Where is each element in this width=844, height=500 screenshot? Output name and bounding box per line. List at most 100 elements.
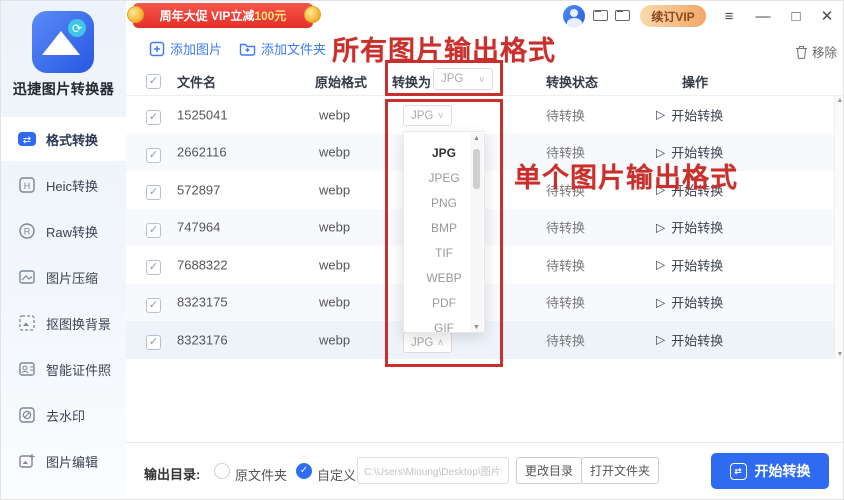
coin-icon (127, 6, 144, 23)
remove-label: 移除 (812, 42, 837, 61)
cell-original-format: webp (319, 332, 350, 347)
play-icon: ▷ (656, 108, 665, 122)
cell-filename: 7688322 (177, 257, 228, 272)
sidebar: ⟳ 迅捷图片转换器 ⇄ 格式转换 H Heic转换 R Raw转换 图 (1, 1, 126, 500)
sidebar-item-image-edit[interactable]: 图片编辑 (1, 439, 126, 483)
app-logo: ⟳ (32, 11, 94, 73)
cell-filename: 572897 (177, 182, 220, 197)
output-path-input[interactable] (357, 457, 509, 484)
sidebar-item-label: 智能证件照 (46, 360, 111, 379)
scroll-up-icon[interactable]: ▲ (835, 97, 844, 104)
add-image-icon (149, 41, 165, 57)
annotation-box-row-format (385, 99, 503, 367)
change-dir-button[interactable]: 更改目录 (516, 457, 582, 484)
output-dir-label: 输出目录: (144, 464, 200, 483)
original-folder-radio[interactable] (214, 463, 230, 479)
cell-filename: 8323175 (177, 295, 228, 310)
cell-original-format: webp (319, 295, 350, 310)
start-convert-row-button[interactable]: ▷开始转换 (656, 330, 723, 349)
table-scrollbar[interactable]: ▲ ▼ (834, 96, 844, 359)
sidebar-item-label: 格式转换 (46, 130, 98, 149)
start-convert-row-button[interactable]: ▷开始转换 (656, 105, 723, 124)
cell-filename: 2662116 (177, 145, 227, 160)
renew-vip-button[interactable]: 续订VIP (640, 5, 706, 27)
row-checkbox[interactable]: ✓ (146, 223, 161, 238)
cell-status: 待转换 (546, 255, 585, 274)
add-image-button[interactable]: 添加图片 (149, 39, 222, 58)
raw-icon: R (17, 221, 37, 241)
user-avatar[interactable] (563, 5, 585, 27)
mini-window-icon[interactable] (615, 10, 630, 21)
original-folder-label: 原文件夹 (235, 465, 287, 484)
cell-original-format: webp (319, 145, 350, 160)
play-icon: ▷ (656, 258, 665, 272)
svg-text:H: H (24, 181, 31, 191)
custom-folder-label: 自定义 (317, 465, 356, 484)
svg-text:⟳: ⟳ (72, 22, 82, 36)
start-convert-row-button[interactable]: ▷开始转换 (656, 293, 723, 312)
cell-original-format: webp (319, 182, 350, 197)
row-checkbox[interactable]: ✓ (146, 335, 161, 350)
start-convert-button[interactable]: ⇄ 开始转换 (711, 453, 829, 489)
menu-icon[interactable]: ≡ (717, 4, 741, 28)
add-folder-label: 添加文件夹 (261, 39, 326, 58)
promo-text: 周年大促 VIP立减 (160, 7, 255, 24)
app-title: 迅捷图片转换器 (1, 79, 126, 99)
play-icon: ▷ (656, 220, 665, 234)
row-checkbox[interactable]: ✓ (146, 148, 161, 163)
close-icon[interactable]: ✕ (815, 4, 839, 28)
play-icon: ▷ (656, 333, 665, 347)
cell-status: 待转换 (546, 218, 585, 237)
sidebar-item-id-photo[interactable]: 智能证件照 (1, 347, 126, 391)
promo-banner[interactable]: 周年大促 VIP立减100元 (133, 3, 313, 28)
sidebar-item-remove-watermark[interactable]: 去水印 (1, 393, 126, 437)
remove-button[interactable]: 移除 (795, 42, 837, 61)
open-folder-button[interactable]: 打开文件夹 (581, 457, 659, 484)
annotation-single-image-format: 单个图片输出格式 (514, 156, 738, 195)
custom-folder-radio[interactable]: ✓ (296, 463, 312, 479)
logo-mountain-icon: ⟳ (32, 11, 94, 73)
scroll-down-icon[interactable]: ▼ (835, 351, 844, 358)
sidebar-item-label: Raw转换 (46, 222, 98, 241)
mini-window-icon[interactable] (593, 10, 608, 21)
heic-icon: H (17, 175, 37, 195)
add-image-label: 添加图片 (170, 39, 222, 58)
cell-filename: 747964 (177, 220, 220, 235)
add-folder-button[interactable]: 添加文件夹 (239, 39, 326, 58)
sidebar-item-label: 去水印 (46, 406, 85, 425)
trash-icon (795, 45, 808, 59)
start-convert-row-button[interactable]: ▷开始转换 (656, 255, 723, 274)
cell-filename: 8323176 (177, 332, 228, 347)
sidebar-item-format-convert[interactable]: ⇄ 格式转换 (1, 117, 126, 161)
row-checkbox[interactable]: ✓ (146, 260, 161, 275)
cell-original-format: webp (319, 220, 350, 235)
cell-status: 待转换 (546, 330, 585, 349)
cell-filename: 1525041 (177, 107, 228, 122)
maximize-icon[interactable]: □ (784, 4, 808, 28)
sidebar-item-heic-convert[interactable]: H Heic转换 (1, 163, 126, 207)
remove-watermark-icon (17, 405, 37, 425)
format-convert-icon: ⇄ (17, 129, 37, 149)
sidebar-item-label: 图片编辑 (46, 452, 98, 471)
sidebar-item-raw-convert[interactable]: R Raw转换 (1, 209, 126, 253)
id-photo-icon (17, 359, 37, 379)
row-checkbox[interactable]: ✓ (146, 185, 161, 200)
cell-status: 待转换 (546, 293, 585, 312)
select-all-checkbox[interactable]: ✓ (146, 74, 161, 89)
minimize-icon[interactable]: — (751, 4, 775, 28)
start-convert-row-button[interactable]: ▷开始转换 (656, 218, 723, 237)
row-checkbox[interactable]: ✓ (146, 298, 161, 313)
row-checkbox[interactable]: ✓ (146, 110, 161, 125)
cell-original-format: webp (319, 257, 350, 272)
annotation-all-images-format: 所有图片输出格式 (332, 29, 556, 68)
sidebar-item-cutout-background[interactable]: 抠图换背景 (1, 301, 126, 345)
svg-text:R: R (24, 227, 31, 237)
column-header-status: 转换状态 (546, 72, 598, 91)
column-header-filename: 文件名 (177, 72, 216, 91)
sidebar-item-label: Heic转换 (46, 176, 98, 195)
cell-status: 待转换 (546, 105, 585, 124)
image-edit-icon (17, 451, 37, 471)
sidebar-item-image-compress[interactable]: 图片压缩 (1, 255, 126, 299)
coin-icon (304, 6, 321, 23)
promo-amount: 100元 (254, 7, 286, 24)
